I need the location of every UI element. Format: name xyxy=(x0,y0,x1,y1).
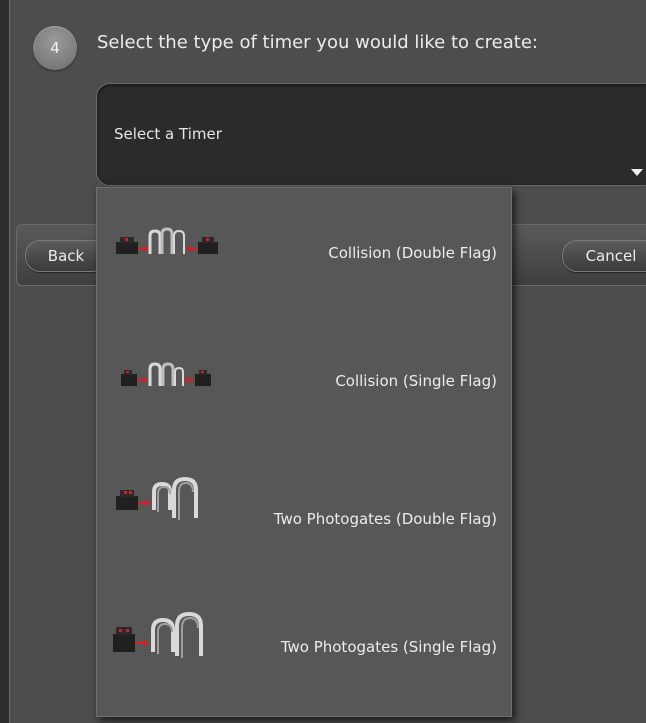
two-photogates-double-flag-icon xyxy=(116,476,198,520)
option-label: Two Photogates (Double Flag) xyxy=(273,510,497,528)
cancel-button[interactable]: Cancel xyxy=(562,240,646,272)
option-two-photogates-double-flag[interactable]: Two Photogates (Double Flag) xyxy=(97,444,511,572)
dropdown-arrow-icon xyxy=(631,169,643,176)
back-button[interactable]: Back xyxy=(25,240,107,272)
step-title: Select the type of timer you would like … xyxy=(97,32,538,53)
option-label: Collision (Single Flag) xyxy=(335,372,497,390)
option-label: Collision (Double Flag) xyxy=(328,244,497,262)
option-label: Two Photogates (Single Flag) xyxy=(280,638,497,656)
two-photogates-single-flag-icon xyxy=(113,611,203,658)
collision-double-flag-icon xyxy=(116,227,218,254)
option-two-photogates-single-flag[interactable]: Two Photogates (Single Flag) xyxy=(97,572,511,700)
option-collision-double-flag[interactable]: Collision (Double Flag) xyxy=(97,188,511,316)
step-number-badge: 4 xyxy=(33,26,77,70)
option-collision-single-flag[interactable]: Collision (Single Flag) xyxy=(97,316,511,444)
step-number: 4 xyxy=(50,39,60,57)
window-left-edge-highlight xyxy=(9,0,10,723)
collision-single-flag-icon xyxy=(121,362,211,386)
timer-dropdown-list: Collision (Double Flag) Collision (Singl… xyxy=(96,187,512,717)
timer-select-value: Select a Timer xyxy=(114,125,222,143)
timer-type-select[interactable]: Select a Timer xyxy=(96,83,646,186)
